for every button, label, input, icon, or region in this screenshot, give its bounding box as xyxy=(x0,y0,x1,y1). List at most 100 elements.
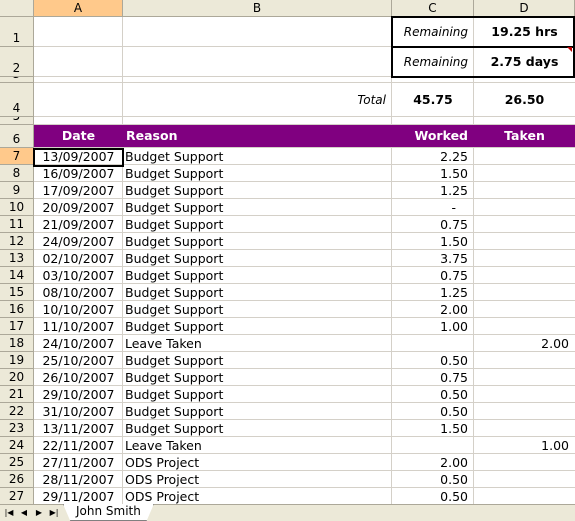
column-header-b[interactable]: B xyxy=(123,0,392,17)
date-cell[interactable]: 13/11/2007 xyxy=(34,420,123,437)
worked-cell[interactable]: 1.50 xyxy=(392,420,474,437)
reason-cell[interactable]: Budget Support xyxy=(125,267,392,284)
worked-cell[interactable] xyxy=(392,437,474,454)
date-cell[interactable]: 03/10/2007 xyxy=(34,267,123,284)
date-cell[interactable]: 28/11/2007 xyxy=(34,471,123,488)
worked-cell[interactable]: 0.50 xyxy=(392,352,474,369)
row-header-11[interactable]: 11 xyxy=(0,216,34,233)
reason-cell[interactable]: Budget Support xyxy=(125,420,392,437)
row-header-2[interactable]: 2 xyxy=(0,47,34,77)
row-header-14[interactable]: 14 xyxy=(0,267,34,284)
worked-cell[interactable]: 1.25 xyxy=(392,182,474,199)
last-sheet-icon[interactable]: ▶| xyxy=(48,507,60,519)
row-header-21[interactable]: 21 xyxy=(0,386,34,403)
row-header-13[interactable]: 13 xyxy=(0,250,34,267)
header-worked[interactable]: Worked xyxy=(392,125,469,147)
taken-cell[interactable] xyxy=(474,182,575,199)
taken-cell[interactable] xyxy=(474,369,575,386)
reason-cell[interactable]: Budget Support xyxy=(125,284,392,301)
taken-cell[interactable]: 2.00 xyxy=(474,335,575,352)
date-cell[interactable]: 08/10/2007 xyxy=(34,284,123,301)
row-header-5[interactable]: 5 xyxy=(0,117,34,125)
reason-cell[interactable]: ODS Project xyxy=(125,471,392,488)
column-header-a[interactable]: A xyxy=(34,0,123,17)
row-header-6[interactable]: 6 xyxy=(0,125,34,148)
reason-cell[interactable]: ODS Project xyxy=(125,454,392,471)
taken-cell[interactable] xyxy=(474,403,575,420)
date-cell[interactable]: 10/10/2007 xyxy=(34,301,123,318)
reason-cell[interactable]: Budget Support xyxy=(125,403,392,420)
row-header-8[interactable]: 8 xyxy=(0,165,34,182)
date-cell[interactable]: 31/10/2007 xyxy=(34,403,123,420)
reason-cell[interactable]: Budget Support xyxy=(125,165,392,182)
reason-cell[interactable]: Budget Support xyxy=(125,233,392,250)
taken-cell[interactable] xyxy=(474,233,575,250)
taken-cell[interactable] xyxy=(474,250,575,267)
worked-cell[interactable]: 0.75 xyxy=(392,369,474,386)
date-cell[interactable]: 16/09/2007 xyxy=(34,165,123,182)
date-cell[interactable]: 29/11/2007 xyxy=(34,488,123,504)
column-header-c[interactable]: C xyxy=(392,0,474,17)
worked-cell[interactable]: 1.25 xyxy=(392,284,474,301)
reason-cell[interactable]: ODS Project xyxy=(125,488,392,504)
total-taken[interactable]: 26.50 xyxy=(474,83,575,117)
row-header-17[interactable]: 17 xyxy=(0,318,34,335)
taken-cell[interactable] xyxy=(474,301,575,318)
worked-cell[interactable]: 2.00 xyxy=(392,301,474,318)
row-header-27[interactable]: 27 xyxy=(0,488,34,504)
first-sheet-icon[interactable]: |◀ xyxy=(3,507,15,519)
worked-cell[interactable]: 3.75 xyxy=(392,250,474,267)
reason-cell[interactable]: Leave Taken xyxy=(125,335,392,352)
date-cell[interactable]: 26/10/2007 xyxy=(34,369,123,386)
date-cell[interactable]: 25/10/2007 xyxy=(34,352,123,369)
taken-cell[interactable]: 1.00 xyxy=(474,437,575,454)
worked-cell[interactable]: 0.50 xyxy=(392,403,474,420)
reason-cell[interactable]: Budget Support xyxy=(125,301,392,318)
reason-cell[interactable]: Budget Support xyxy=(125,182,392,199)
total-worked[interactable]: 45.75 xyxy=(392,83,474,117)
worked-cell[interactable]: 2.25 xyxy=(392,148,474,165)
row-header-25[interactable]: 25 xyxy=(0,454,34,471)
taken-cell[interactable] xyxy=(474,420,575,437)
select-all-corner[interactable] xyxy=(0,0,34,17)
row-header-7[interactable]: 7 xyxy=(0,148,34,165)
row-header-1[interactable]: 1 xyxy=(0,17,34,47)
date-cell[interactable]: 27/11/2007 xyxy=(34,454,123,471)
worked-cell[interactable]: - xyxy=(392,199,474,216)
remaining-days-value[interactable]: 2.75 days xyxy=(474,47,575,77)
date-cell[interactable]: 20/09/2007 xyxy=(34,199,123,216)
reason-cell[interactable]: Budget Support xyxy=(125,199,392,216)
row-header-18[interactable]: 18 xyxy=(0,335,34,352)
date-cell[interactable]: 24/10/2007 xyxy=(34,335,123,352)
row-header-10[interactable]: 10 xyxy=(0,199,34,216)
row-header-24[interactable]: 24 xyxy=(0,437,34,454)
reason-cell[interactable]: Budget Support xyxy=(125,250,392,267)
date-cell[interactable]: 11/10/2007 xyxy=(34,318,123,335)
row-header-19[interactable]: 19 xyxy=(0,352,34,369)
row-header-9[interactable]: 9 xyxy=(0,182,34,199)
date-cell[interactable]: 21/09/2007 xyxy=(34,216,123,233)
spreadsheet-grid[interactable]: A B C D 12345678910111213141516171819202… xyxy=(0,0,575,504)
taken-cell[interactable] xyxy=(474,267,575,284)
header-reason[interactable]: Reason xyxy=(126,125,386,147)
worked-cell[interactable]: 1.50 xyxy=(392,233,474,250)
worked-cell[interactable]: 0.75 xyxy=(392,216,474,233)
taken-cell[interactable] xyxy=(474,386,575,403)
taken-cell[interactable] xyxy=(474,216,575,233)
next-sheet-icon[interactable]: ▶ xyxy=(33,507,45,519)
taken-cell[interactable] xyxy=(474,284,575,301)
row-header-4[interactable]: 4 xyxy=(0,83,34,117)
taken-cell[interactable] xyxy=(474,352,575,369)
remaining-hours-value[interactable]: 19.25 hrs xyxy=(474,17,575,47)
date-cell[interactable]: 17/09/2007 xyxy=(34,182,123,199)
header-taken[interactable]: Taken xyxy=(474,125,575,147)
row-header-23[interactable]: 23 xyxy=(0,420,34,437)
worked-cell[interactable]: 0.50 xyxy=(392,386,474,403)
date-cell[interactable]: 29/10/2007 xyxy=(34,386,123,403)
sheet-tab-john-smith[interactable]: John Smith xyxy=(63,504,154,521)
taken-cell[interactable] xyxy=(474,165,575,182)
date-cell[interactable]: 02/10/2007 xyxy=(34,250,123,267)
taken-cell[interactable] xyxy=(474,488,575,504)
reason-cell[interactable]: Budget Support xyxy=(125,216,392,233)
column-header-d[interactable]: D xyxy=(474,0,575,17)
